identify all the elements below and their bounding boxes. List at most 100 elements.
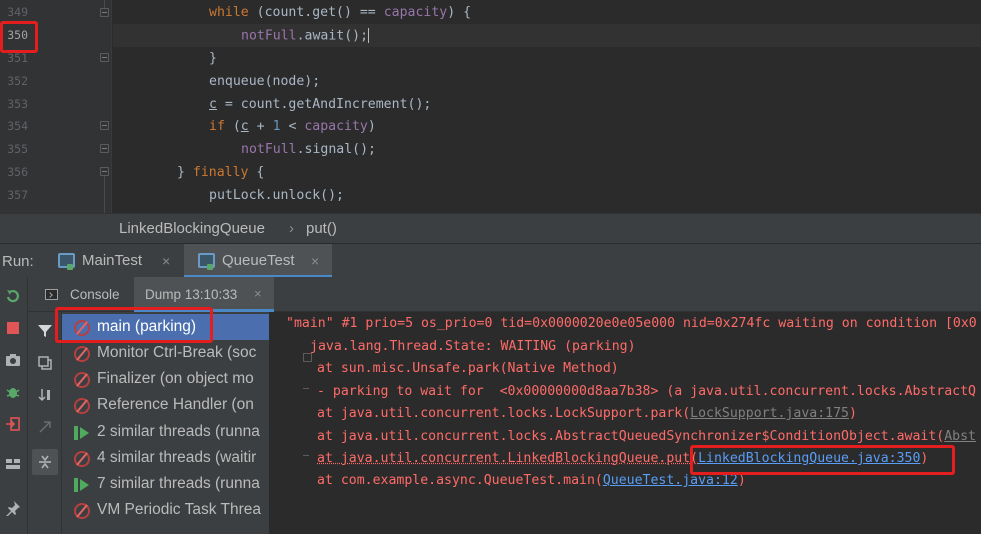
dump-frame: at java.util.concurrent.locks.AbstractQu… <box>317 429 976 444</box>
parked-thread-icon <box>74 451 90 467</box>
thread-label: Monitor Ctrl-Break (soc <box>97 344 257 361</box>
code-line-357: putLock.unlock(); <box>209 188 344 203</box>
bug-icon[interactable] <box>4 383 22 401</box>
running-thread-icon <box>74 425 90 441</box>
line-number: 349 <box>7 5 28 19</box>
dump-header: "main" #1 prio=5 os_prio=0 tid=0x0000020… <box>286 316 977 331</box>
tab-queuetest[interactable]: QueueTest × <box>184 244 332 278</box>
merge-icon[interactable] <box>32 449 58 475</box>
editor-gutter[interactable]: 349 350 351 352 353 354 355 356 357 <box>0 0 112 213</box>
line-number: 357 <box>7 188 28 202</box>
thread-item[interactable]: 2 similar threads (runna <box>62 419 269 445</box>
thread-item[interactable]: 4 similar threads (waitir <box>62 445 269 471</box>
run-tool-window-header: Run: MainTest × QueueTest × <box>0 243 981 278</box>
fold-marker-icon[interactable] <box>303 353 312 362</box>
tab-label: QueueTest <box>222 252 295 269</box>
source-link-queuetest[interactable]: QueueTest.java:12 <box>603 473 738 488</box>
text-caret <box>368 28 370 43</box>
camera-icon[interactable] <box>4 351 22 369</box>
fold-marker-icon[interactable] <box>100 144 109 153</box>
run-sub-tabs: Console Dump 13:10:33 × <box>28 277 981 312</box>
dump-frame: at java.util.concurrent.locks.LockSuppor… <box>317 406 857 421</box>
stop-icon[interactable] <box>4 319 22 337</box>
rerun-icon[interactable] <box>4 287 22 305</box>
line-number: 355 <box>7 142 28 156</box>
dump-toolbar <box>28 312 62 534</box>
thread-label: Finalizer (on object mo <box>97 370 254 387</box>
export-icon[interactable] <box>35 417 55 437</box>
fold-marker-icon[interactable] <box>100 121 109 130</box>
line-number: 351 <box>7 51 28 65</box>
thread-label: 2 similar threads (runna <box>97 423 260 440</box>
line-number: 353 <box>7 97 28 111</box>
copy-icon[interactable] <box>35 353 55 373</box>
thread-item[interactable]: Monitor Ctrl-Break (soc <box>62 340 269 366</box>
source-link-linkedblockingqueue[interactable]: LinkedBlockingQueue.java:350 <box>698 451 920 466</box>
fold-marker-icon[interactable] <box>100 53 109 62</box>
dump-thread-state: java.lang.Thread.State: WAITING (parking… <box>310 339 636 354</box>
thread-label: VM Periodic Task Threa <box>97 501 261 518</box>
line-number: 356 <box>7 165 28 179</box>
parked-thread-icon <box>74 346 90 362</box>
code-line-354: if (c + 1 < capacity) <box>209 119 376 134</box>
run-config-icon <box>58 253 75 270</box>
code-editor[interactable]: 349 350 351 352 353 354 355 356 357 whil… <box>0 0 981 213</box>
parked-thread-icon <box>74 372 90 388</box>
tab-dump[interactable]: Dump 13:10:33 × <box>134 277 274 312</box>
fold-guide <box>104 176 105 213</box>
filter-icon[interactable] <box>35 321 55 341</box>
parked-thread-icon <box>74 320 90 336</box>
tab-console-label: Console <box>70 287 120 302</box>
thread-item-main[interactable]: main (parking) <box>62 314 269 340</box>
code-line-350: notFull.await(); <box>241 28 370 44</box>
layout-icon[interactable] <box>4 455 22 473</box>
dump-frame: at com.example.async.QueueTest.main(Queu… <box>317 473 746 488</box>
parked-thread-icon <box>74 503 90 519</box>
line-number-current: 350 <box>7 28 28 42</box>
thread-label: 4 similar threads (waitir <box>97 449 257 466</box>
source-link[interactable]: Abst <box>944 429 976 444</box>
run-config-icon <box>198 253 215 270</box>
run-left-toolbar <box>0 277 28 534</box>
thread-label: main (parking) <box>97 318 197 335</box>
exit-icon[interactable] <box>4 415 22 433</box>
thread-item[interactable]: Reference Handler (on <box>62 392 269 418</box>
breadcrumb-class[interactable]: LinkedBlockingQueue <box>119 220 265 237</box>
tab-label: MainTest <box>82 252 143 269</box>
line-number: 352 <box>7 74 28 88</box>
breadcrumb: LinkedBlockingQueue › put() <box>0 213 981 243</box>
parked-thread-icon <box>74 398 90 414</box>
tab-maintest[interactable]: MainTest × <box>58 244 182 278</box>
code-line-353: c = count.getAndIncrement(); <box>209 97 432 112</box>
fold-guide <box>303 455 309 456</box>
close-icon[interactable]: × <box>254 286 262 301</box>
breadcrumb-method[interactable]: put() <box>306 220 337 237</box>
dump-frame: at sun.misc.Unsafe.park(Native Method) <box>317 361 619 376</box>
sort-icon[interactable] <box>35 385 55 405</box>
source-link[interactable]: LockSupport.java:175 <box>690 406 849 421</box>
thread-item[interactable]: Finalizer (on object mo <box>62 366 269 392</box>
thread-label: 7 similar threads (runna <box>97 475 260 492</box>
tab-dump-label: Dump 13:10:33 <box>145 287 238 302</box>
thread-item[interactable]: 7 similar threads (runna <box>62 471 269 497</box>
close-icon[interactable]: × <box>311 253 319 269</box>
running-thread-icon <box>74 477 90 493</box>
code-line-356: } finally { <box>177 165 265 180</box>
tab-console[interactable]: Console <box>28 277 133 312</box>
thread-dump-text[interactable]: "main" #1 prio=5 os_prio=0 tid=0x0000020… <box>270 312 981 534</box>
fold-marker-icon[interactable] <box>100 167 109 176</box>
thread-label: Reference Handler (on <box>97 396 254 413</box>
code-line-351: } <box>209 51 217 66</box>
code-line-352: enqueue(node); <box>209 74 321 89</box>
fold-guide <box>104 0 105 8</box>
dump-frame-put: at java.util.concurrent.LinkedBlockingQu… <box>317 451 929 466</box>
pin-icon[interactable] <box>4 499 22 517</box>
thread-list[interactable]: main (parking) Monitor Ctrl-Break (soc F… <box>62 312 270 534</box>
run-label: Run: <box>2 253 34 270</box>
dump-frame: - parking to wait for <0x00000000d8aa7b3… <box>317 384 976 399</box>
code-line-349: while (count.get() == capacity) { <box>209 5 472 20</box>
thread-item[interactable]: VM Periodic Task Threa <box>62 497 269 523</box>
close-icon[interactable]: × <box>162 253 170 269</box>
line-number: 354 <box>7 119 28 133</box>
fold-marker-icon[interactable] <box>100 8 109 17</box>
